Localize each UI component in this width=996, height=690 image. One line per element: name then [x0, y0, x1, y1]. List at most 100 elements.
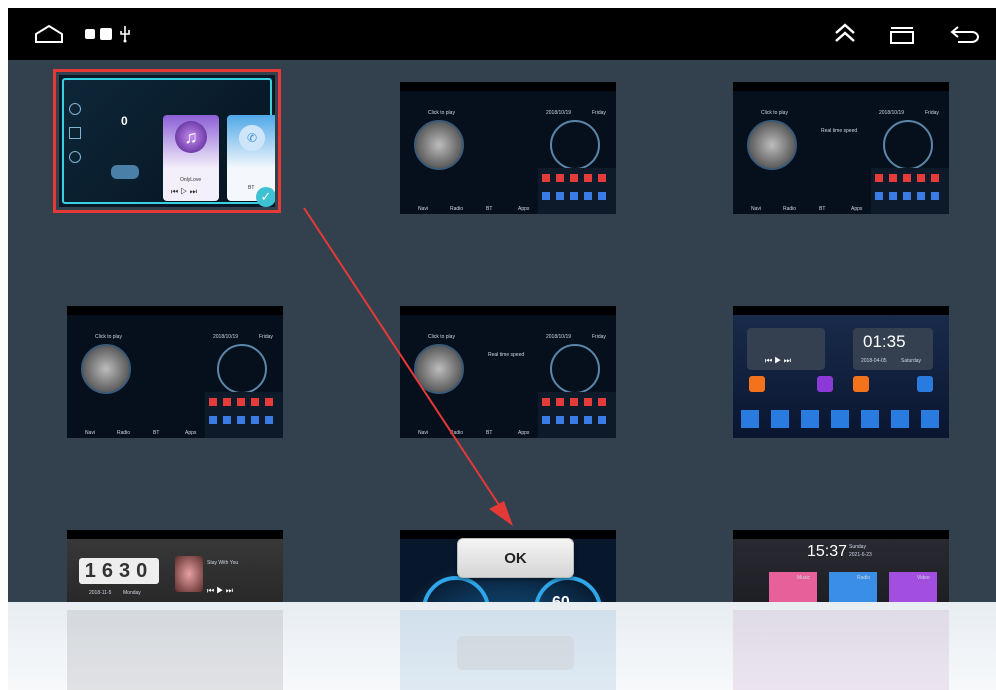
notification-square-icon: [85, 29, 95, 39]
clock-date: 2021-6-23: [849, 552, 872, 558]
bt-label: BT: [248, 185, 255, 191]
mini-status-bar: [733, 306, 949, 315]
right-gauge: 60: [534, 576, 602, 602]
status-bar: [8, 8, 996, 60]
theme-thumbnail[interactable]: Click to play 2018/10/19 Friday Real tim…: [733, 82, 949, 214]
nav-icon: [69, 127, 81, 139]
radio-tile-label: Radio: [857, 575, 871, 581]
double-chevron-up-icon[interactable]: [834, 21, 856, 45]
dock-apps: Apps: [518, 430, 530, 436]
playback-controls: ⏮ ▶ ⏭: [207, 586, 233, 595]
speed-label: Real time speed: [821, 128, 858, 134]
dock-apps: Apps: [185, 430, 197, 436]
clock-time: 01:35: [863, 332, 906, 351]
music-widget: ⏮ ▶ ⏭: [747, 328, 825, 370]
reflection-tile: [733, 610, 949, 690]
album-art: [747, 120, 797, 170]
car-icon: [111, 165, 139, 179]
date-label: 2018/10/19: [546, 110, 572, 116]
nav-icon: [69, 151, 81, 163]
theme-thumbnail[interactable]: 1630 2018-11-5 Monday Stay With You ⏮ ▶ …: [67, 530, 283, 602]
clock-weekday: Sunday: [849, 544, 866, 550]
speed-gauge: [217, 344, 267, 394]
dock-bt: BT: [819, 206, 826, 212]
reflection-ok-button: [457, 636, 574, 670]
apps-grid: [538, 392, 616, 438]
flip-clock: 1630: [79, 558, 159, 584]
home-icon[interactable]: [34, 24, 64, 44]
clock-widget: 01:35 2018-04-05 Saturday: [853, 328, 933, 370]
app-dock: [741, 410, 941, 428]
video-tile: Video: [889, 572, 937, 602]
speed-gauge: [550, 344, 600, 394]
app-icon: [853, 376, 869, 392]
dock-bt: BT: [153, 430, 160, 436]
nav-icon: [69, 103, 81, 115]
selected-check-icon: ✓: [256, 187, 275, 207]
dock-radio: Radio: [783, 206, 797, 212]
dock-navi: Navi: [418, 430, 429, 436]
launcher-theme-screen: 0 ♫ OnlyLove ⏮ ▷ ⏭ ✆ BT ✓ Click to play …: [8, 8, 996, 602]
dock-radio: Radio: [117, 430, 131, 436]
theme-thumbnail[interactable]: Click to play 2018/10/19 Friday Navi Rad…: [400, 82, 616, 214]
phone-icon: ✆: [239, 125, 265, 151]
app-icons: [209, 398, 279, 406]
clock-time: 15:37: [807, 543, 848, 560]
date-label: 2018/10/19: [213, 334, 239, 340]
gauge-value: 60: [552, 594, 570, 602]
song-title: Stay With You: [207, 560, 239, 566]
theme-thumbnail[interactable]: ⏮ ▶ ⏭ 01:35 2018-04-05 Saturday: [733, 306, 949, 438]
app-icons: [542, 416, 612, 424]
screen-reflection: [8, 602, 996, 690]
theme-thumbnail[interactable]: 0 ♫ OnlyLove ⏮ ▷ ⏭ ✆ BT ✓: [53, 69, 281, 213]
notification-square-icon: [100, 28, 112, 40]
date-label: 2018/10/19: [546, 334, 572, 340]
theme-thumbnail[interactable]: Click to play 2018/10/19 Friday Real tim…: [400, 306, 616, 438]
album-art: [414, 120, 464, 170]
ok-button[interactable]: OK: [457, 538, 574, 578]
speed-gauge: [550, 120, 600, 170]
side-nav: [69, 95, 83, 195]
mini-status-bar: [400, 82, 616, 91]
reflection-tile: [67, 610, 283, 690]
weekday-label: Friday: [592, 334, 606, 340]
app-icons: [875, 174, 945, 182]
usb-icon: [120, 26, 130, 43]
weekday-label: Friday: [259, 334, 273, 340]
app-icon: [749, 376, 765, 392]
date-label: 2018/10/19: [879, 110, 905, 116]
clock-weekday: Saturday: [901, 358, 922, 364]
speed-gauge: [883, 120, 933, 170]
dock-bt: BT: [486, 430, 493, 436]
app-icon: [817, 376, 833, 392]
apps-grid: [871, 168, 949, 214]
music-tile-label: Music: [797, 575, 811, 581]
click-to-play-label: Click to play: [95, 334, 122, 340]
weekday-label: Friday: [925, 110, 939, 116]
dock-radio: Radio: [450, 206, 464, 212]
mini-status-bar: [733, 530, 949, 539]
flip-clock-weekday: Monday: [123, 590, 141, 596]
music-card: ♫ OnlyLove ⏮ ▷ ⏭: [163, 115, 219, 201]
mini-status-bar: [733, 82, 949, 91]
app-icons: [542, 174, 612, 182]
dock-bt: BT: [486, 206, 493, 212]
recent-apps-icon[interactable]: [888, 25, 916, 45]
dock-apps: Apps: [518, 206, 530, 212]
dock-radio: Radio: [450, 430, 464, 436]
speed-label: Real time speed: [488, 352, 525, 358]
theme-thumbnail[interactable]: Click to play 2018/10/19 Friday Navi Rad…: [67, 306, 283, 438]
app-icons: [542, 398, 612, 406]
clock-date: 2018-04-05: [861, 358, 887, 364]
back-icon[interactable]: [950, 23, 980, 45]
app-icons: [209, 416, 279, 424]
playback-controls: ⏮ ▷ ⏭: [171, 187, 197, 196]
radio-tile: Radio: [829, 572, 877, 602]
app-icons: [875, 192, 945, 200]
mini-status-bar: [64, 80, 270, 88]
song-title: OnlyLove: [180, 177, 202, 183]
dock-navi: Navi: [418, 206, 429, 212]
mini-status-bar: [67, 530, 283, 539]
video-tile-label: Video: [917, 575, 930, 581]
theme-thumbnail[interactable]: 15:37 Sunday 2021-6-23 Music Radio Video: [733, 530, 949, 602]
